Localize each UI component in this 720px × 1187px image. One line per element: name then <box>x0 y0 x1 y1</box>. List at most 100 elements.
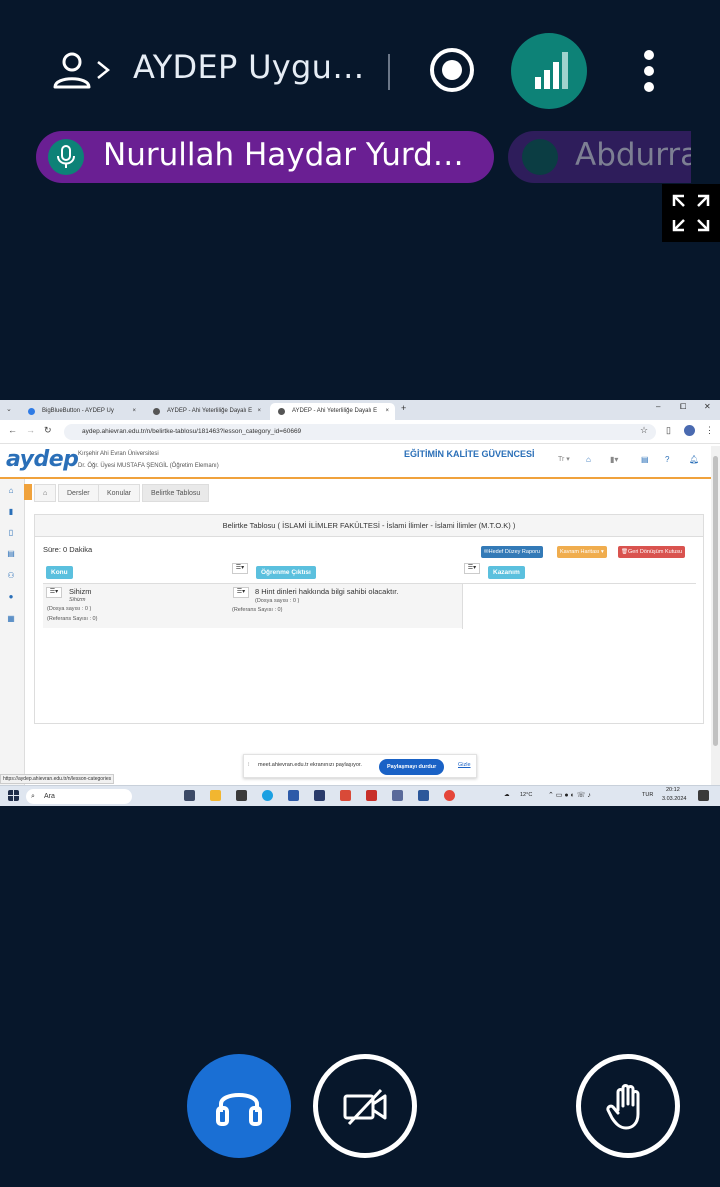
edge-icon[interactable] <box>262 790 273 801</box>
tab-close-icon[interactable]: × <box>132 403 136 420</box>
sidepanel-icon[interactable]: ▯ <box>666 425 671 436</box>
kavram-map-button[interactable]: Kavram Haritası ▾ <box>557 546 607 558</box>
fullscreen-icon <box>672 194 710 232</box>
grid-icon[interactable]: ▦ <box>6 614 16 623</box>
clock-time[interactable]: 20:12 <box>666 787 680 793</box>
more-vertical-icon[interactable] <box>640 50 658 92</box>
hide-link[interactable]: Gizle <box>458 762 471 768</box>
breadcrumb-item[interactable]: Konular <box>98 484 141 502</box>
breadcrumb-item-current: Belirtke Tablosu <box>142 484 210 502</box>
column-ogrenme[interactable]: Öğrenme Çıktısı <box>256 566 316 579</box>
column-menu-icon[interactable]: ☰▾ <box>232 563 248 574</box>
book-icon[interactable]: ▮ <box>6 507 16 516</box>
group-icon[interactable]: ⚇ <box>6 571 16 580</box>
windows-start-icon[interactable] <box>8 790 19 801</box>
page-scrollbar[interactable] <box>711 446 720 786</box>
browser-tab-active[interactable]: AYDEP - Ahi Yeterliliğe Dayalı E × <box>270 403 395 420</box>
search-placeholder: Ara <box>44 793 55 800</box>
fullscreen-button[interactable] <box>662 184 720 242</box>
inbox-icon[interactable]: ▤ <box>641 455 649 464</box>
file-explorer-icon[interactable] <box>210 790 221 801</box>
breadcrumb-home-icon[interactable]: ⌂ <box>34 484 57 502</box>
sidebar-toggle[interactable] <box>24 484 32 500</box>
microphone-icon <box>48 139 84 175</box>
notification-center-icon[interactable] <box>698 790 709 801</box>
stop-sharing-button[interactable]: Paylaşmayı durdur <box>379 759 445 775</box>
app-icon[interactable] <box>392 790 403 801</box>
clock-date[interactable]: 3.03.2024 <box>662 796 686 802</box>
app-icon[interactable] <box>340 790 351 801</box>
browser-tab[interactable]: BigBlueButton - AYDEP Uy × <box>20 403 142 420</box>
input-language[interactable]: TUR <box>642 792 653 798</box>
university-name: Kırşehir Ahi Evran Üniversitesi <box>78 451 159 457</box>
user-icon[interactable] <box>52 50 92 90</box>
chrome-icon[interactable] <box>444 790 455 801</box>
profile-avatar[interactable] <box>684 425 695 436</box>
recycle-bin-button[interactable]: 🗑Geri Dönüşüm Kutusu <box>618 546 686 558</box>
back-icon[interactable]: ← <box>8 425 17 435</box>
connection-status-button[interactable] <box>511 33 587 109</box>
meeting-header: AYDEP Uygu… <box>0 30 720 110</box>
aydep-logo[interactable]: aydep <box>6 447 79 472</box>
topic-ref-count: (Referans Sayısı : 0) <box>47 616 98 622</box>
raise-hand-button[interactable] <box>576 1054 680 1158</box>
share-message: meet.ahievran.edu.tr ekranınızı paylaşıy… <box>258 762 362 768</box>
weather-temp[interactable]: 12°C <box>520 792 532 798</box>
tab-label: BigBlueButton - AYDEP Uy <box>42 408 114 414</box>
outcome-text[interactable]: 8 Hint dinleri hakkında bilgi sahibi ola… <box>255 587 398 596</box>
topic-name[interactable]: Sihizm <box>69 587 92 596</box>
home-icon[interactable]: ⌂ <box>586 455 591 464</box>
mail-icon[interactable] <box>288 790 299 801</box>
browser-menu-icon[interactable]: ⋮ <box>705 425 714 436</box>
meeting-title[interactable]: AYDEP Uygu… <box>133 48 365 86</box>
row-menu-icon[interactable]: ☰▾ <box>46 587 62 598</box>
column-menu-icon[interactable]: ☰▾ <box>464 563 480 574</box>
list-icon[interactable]: ▤ <box>6 549 16 558</box>
forward-icon[interactable]: → <box>26 425 35 435</box>
new-tab-button[interactable]: + <box>401 403 406 413</box>
store-icon[interactable] <box>314 790 325 801</box>
browser-tabstrip: ⌄ BigBlueButton - AYDEP Uy × AYDEP - Ahi… <box>0 400 720 420</box>
tab-search-icon[interactable]: ⌄ <box>6 405 12 413</box>
drag-handle-icon[interactable]: ⁞ <box>248 762 250 768</box>
video-button[interactable] <box>313 1054 417 1158</box>
language-select[interactable]: Tr ▾ <box>558 455 570 463</box>
hedef-report-button[interactable]: ✉Hedef Düzey Raporu <box>481 546 543 558</box>
talker-name: Abdurra <box>575 137 691 173</box>
task-view-icon[interactable] <box>184 790 195 801</box>
talker-pill[interactable]: Abdurra <box>508 131 691 183</box>
bookmark-star-icon[interactable]: ☆ <box>640 425 648 436</box>
taskbar-search[interactable]: ⌕ Ara <box>26 789 132 804</box>
weather-icon[interactable]: ☁︎ <box>504 792 510 798</box>
browser-tab[interactable]: AYDEP - Ahi Yeterliliğe Dayalı E × <box>145 403 267 420</box>
header-divider <box>388 54 390 90</box>
belirtke-panel: Belirtke Tablosu ( İSLAMİ İLİMLER FAKÜLT… <box>34 514 704 724</box>
maximize-button[interactable]: ⧠ <box>680 402 686 412</box>
breadcrumb-item[interactable]: Dersler <box>58 484 99 502</box>
chat-icon[interactable]: ● <box>6 592 16 601</box>
user-name: Dr. Öğr. Üyesi MUSTAFA ŞENGİL (Öğretim E… <box>78 463 219 469</box>
column-konu[interactable]: Konu <box>46 566 73 579</box>
record-icon <box>442 60 462 80</box>
row-menu-icon[interactable]: ☰▾ <box>233 587 249 598</box>
pdf-icon[interactable] <box>366 790 377 801</box>
talker-pill[interactable]: Nurullah Haydar Yurd… <box>36 131 494 183</box>
word-icon[interactable] <box>418 790 429 801</box>
file-icon[interactable]: ▯ <box>6 528 16 537</box>
audio-button[interactable] <box>187 1054 291 1158</box>
user-menu-icon[interactable]: ▮▾ <box>610 455 618 464</box>
home-icon[interactable]: ⌂ <box>6 486 16 495</box>
talker-name: Nurullah Haydar Yurd… <box>103 137 464 173</box>
url-field[interactable]: aydep.ahievran.edu.tr/n/belirtke-tablosu… <box>64 424 656 440</box>
tray-icons[interactable]: ⌃ ▭ ● ◐ ☏ ♪ <box>548 791 591 799</box>
app-icon[interactable] <box>236 790 247 801</box>
reload-icon[interactable]: ↻ <box>44 425 52 436</box>
tab-close-icon[interactable]: × <box>385 403 389 420</box>
column-kazanim[interactable]: Kazanım <box>488 566 525 579</box>
tab-close-icon[interactable]: × <box>257 403 261 420</box>
help-icon[interactable]: ? <box>665 455 669 464</box>
notification-bell-icon[interactable]: 🔔︎ <box>689 455 699 464</box>
record-button[interactable] <box>430 48 474 92</box>
minimize-button[interactable]: – <box>656 402 660 411</box>
close-window-button[interactable]: ✕ <box>704 402 711 411</box>
